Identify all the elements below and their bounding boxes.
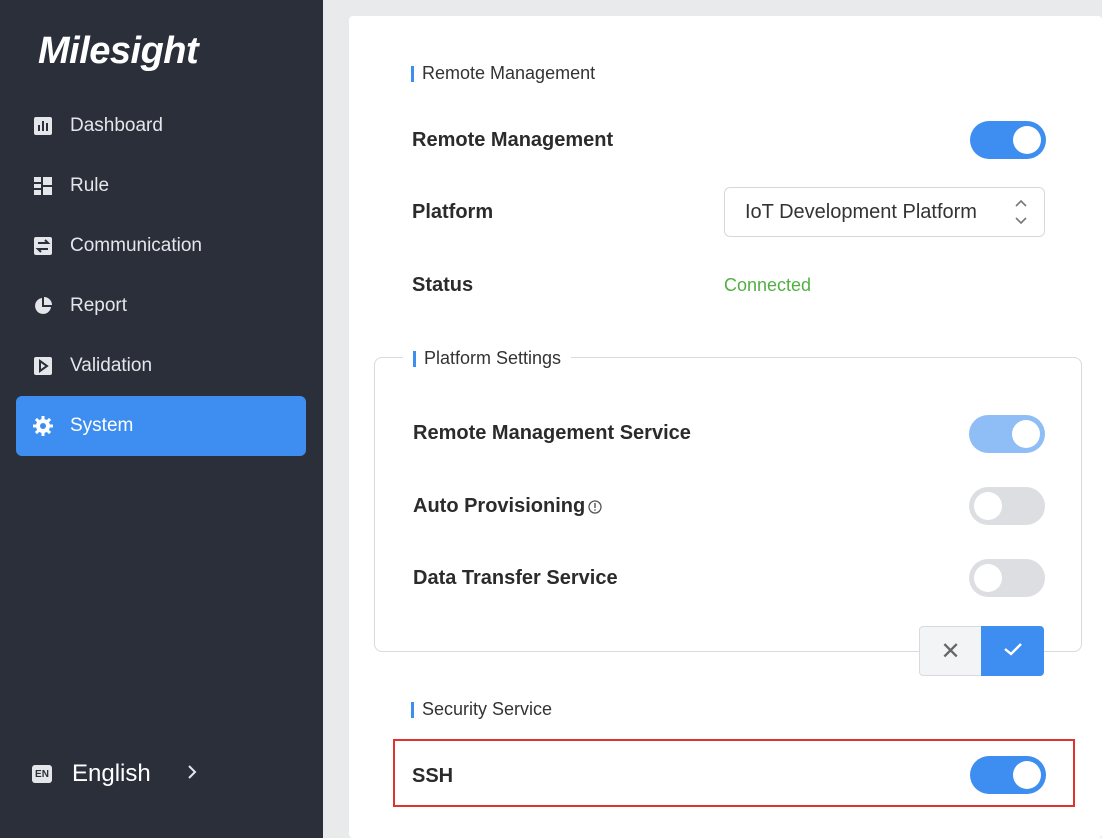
- sidebar-item-report[interactable]: Report: [16, 276, 306, 336]
- sidebar-item-label: Rule: [70, 175, 110, 196]
- remote-management-service-toggle[interactable]: [969, 415, 1045, 453]
- status-label: Status: [412, 274, 474, 296]
- toggle-knob: [974, 564, 1002, 592]
- sidebar-item-validation[interactable]: Validation: [16, 336, 306, 396]
- sidebar: Milesight Dashboard Rule Communication R…: [0, 0, 323, 838]
- remote-management-toggle[interactable]: [970, 121, 1046, 159]
- gear-icon: [33, 416, 53, 436]
- section-title-remote-management: Remote Management: [411, 63, 595, 84]
- info-icon[interactable]: [588, 499, 602, 514]
- report-icon: [33, 296, 53, 316]
- dashboard-icon: [33, 116, 53, 136]
- section-title-text: Platform Settings: [424, 348, 562, 368]
- toggle-knob: [974, 492, 1002, 520]
- communication-icon: [33, 236, 53, 256]
- sidebar-item-system[interactable]: System: [16, 396, 306, 456]
- toggle-knob: [1013, 761, 1041, 789]
- confirm-button[interactable]: [981, 626, 1044, 676]
- language-badge: EN: [32, 765, 52, 783]
- sidebar-item-rule[interactable]: Rule: [16, 156, 306, 216]
- toggle-knob: [1013, 126, 1041, 154]
- platform-label: Platform: [412, 201, 494, 223]
- milesight-logo[interactable]: Milesight: [38, 30, 199, 73]
- toggle-knob: [1012, 420, 1040, 448]
- sidebar-item-label: Dashboard: [70, 115, 163, 136]
- section-title-text: Security Service: [422, 699, 553, 719]
- sidebar-item-label: Communication: [70, 235, 202, 256]
- chevron-right-icon: [187, 763, 197, 786]
- sidebar-item-communication[interactable]: Communication: [16, 216, 306, 276]
- sidebar-item-label: Report: [70, 295, 128, 316]
- language-label: English: [72, 760, 151, 787]
- sidebar-item-dashboard[interactable]: Dashboard: [16, 96, 306, 156]
- platform-select-value: IoT Development Platform: [745, 200, 977, 223]
- sidebar-item-label: System: [70, 415, 134, 436]
- data-transfer-service-label: Data Transfer Service: [413, 567, 618, 589]
- auto-provisioning-label: Auto Provisioning: [413, 495, 586, 517]
- ssh-label: SSH: [412, 765, 454, 787]
- section-title-platform-settings: Platform Settings: [403, 348, 572, 369]
- language-selector[interactable]: EN English: [32, 760, 197, 788]
- check-icon: [1003, 641, 1023, 662]
- validation-icon: [33, 356, 53, 376]
- close-icon: ✕: [940, 637, 961, 665]
- remote-management-label: Remote Management: [412, 129, 614, 151]
- rule-icon: [33, 176, 53, 196]
- status-value: Connected: [724, 275, 812, 295]
- data-transfer-service-toggle[interactable]: [969, 559, 1045, 597]
- sidebar-item-label: Validation: [70, 355, 153, 376]
- section-title-security-service: Security Service: [411, 699, 552, 720]
- auto-provisioning-toggle[interactable]: [969, 487, 1045, 525]
- select-arrows-icon: [1014, 197, 1028, 227]
- cancel-button[interactable]: ✕: [919, 626, 982, 676]
- platform-select[interactable]: IoT Development Platform: [724, 187, 1045, 237]
- ssh-toggle[interactable]: [970, 756, 1046, 794]
- section-title-text: Remote Management: [422, 63, 596, 83]
- remote-management-service-label: Remote Management Service: [413, 422, 691, 444]
- auto-provisioning-row: Auto Provisioning: [413, 495, 602, 518]
